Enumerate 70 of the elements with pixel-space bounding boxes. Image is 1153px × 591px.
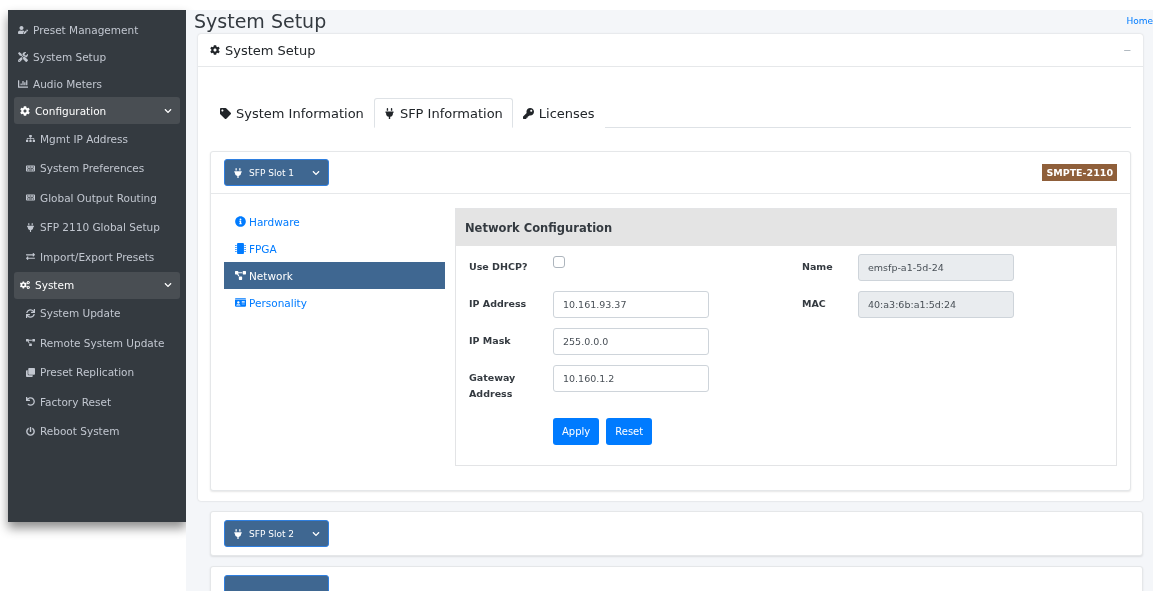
sidebar-item[interactable]: System Setup [14, 43, 180, 70]
gear-icon [20, 105, 30, 116]
slot-nav-item[interactable]: Personality [224, 289, 445, 316]
sidebar-item[interactable]: Remote System Update [14, 328, 180, 358]
input-field[interactable]: 10.161.93.37 [553, 291, 709, 318]
sidebar-item[interactable]: Preset Management [14, 16, 180, 43]
network-icon [235, 270, 246, 281]
chip-icon [235, 243, 246, 254]
field-label: Use DHCP? [469, 260, 529, 274]
input-field[interactable]: 10.160.1.2 [553, 365, 709, 392]
plug-icon [233, 167, 243, 178]
card-title: System Setup [210, 42, 316, 58]
power-icon [26, 426, 35, 436]
sidebar-item[interactable]: Mgmt IP Address [14, 124, 180, 154]
exchange-icon [26, 252, 35, 262]
sidebar-item[interactable]: Preset Replication [14, 357, 180, 387]
slot-button[interactable]: SFP Slot 1 [224, 159, 329, 186]
undo-icon [26, 397, 35, 407]
slot-nav-item[interactable]: Network [224, 262, 445, 289]
user-edit-icon [18, 24, 28, 35]
gear-icon [210, 45, 220, 55]
info-icon [235, 216, 246, 227]
sidebar-item[interactable]: Reboot System [14, 416, 180, 446]
tag-icon [220, 108, 231, 119]
form-button[interactable]: Reset [606, 418, 653, 445]
input-field[interactable]: emsfp-a1-5d-24 [858, 254, 1014, 281]
chevron-icon [312, 529, 320, 538]
field-label: IP Address [469, 297, 528, 311]
breadcrumb-link[interactable]: Home [1126, 16, 1153, 26]
keyboard-icon [26, 163, 35, 173]
field-label: Name [802, 260, 834, 274]
checkbox[interactable] [553, 256, 565, 268]
plug-icon [383, 107, 395, 119]
input-field[interactable]: 40:a3:6b:a1:5d:24 [858, 291, 1014, 318]
field-label: MAC [802, 297, 827, 311]
network-icon [26, 134, 35, 144]
id-card-icon [235, 297, 246, 308]
field-label: Gateway Address [469, 371, 517, 401]
sidebar-item[interactable]: SFP 2110 Global Setup [14, 212, 180, 242]
chevron-icon [164, 281, 172, 289]
sidebar-group[interactable]: System [14, 271, 180, 299]
sync-icon [26, 308, 35, 318]
plug-icon [26, 222, 35, 232]
sidebar-item[interactable]: Factory Reset [14, 387, 180, 417]
sidebar-item[interactable]: Audio Meters [14, 70, 180, 97]
sidebar-item[interactable]: Global Output Routing [14, 183, 180, 213]
chevron-icon [164, 106, 172, 115]
sidebar-item[interactable]: Import/Export Presets [14, 242, 180, 272]
field-label: IP Mask [469, 334, 512, 348]
tab[interactable]: SFP Information [373, 98, 513, 128]
panel-title: Network Configuration [456, 209, 1116, 246]
slot-nav-item[interactable]: Hardware [224, 208, 445, 235]
chevron-icon [312, 168, 320, 177]
plug-icon [233, 528, 243, 539]
gears-icon [20, 280, 30, 290]
keyboard-icon [26, 193, 35, 203]
sidebar-item[interactable]: System Update [14, 298, 180, 328]
key-icon [522, 108, 534, 119]
page-title: System Setup [194, 10, 327, 32]
sidebar-group[interactable]: Configuration [14, 97, 180, 124]
input-field[interactable]: 255.0.0.0 [553, 328, 709, 355]
slot-nav-item[interactable]: FPGA [224, 235, 445, 262]
bar-chart-icon [18, 78, 28, 89]
slot-button[interactable]: SFP Slot 2 [224, 520, 329, 547]
diagram-icon [26, 338, 35, 348]
clone-icon [26, 367, 35, 377]
tools-icon [18, 51, 28, 62]
form-button[interactable]: Apply [553, 418, 600, 445]
protocol-badge: SMPTE-2110 [1042, 164, 1117, 181]
sidebar-item[interactable]: System Preferences [14, 153, 180, 183]
